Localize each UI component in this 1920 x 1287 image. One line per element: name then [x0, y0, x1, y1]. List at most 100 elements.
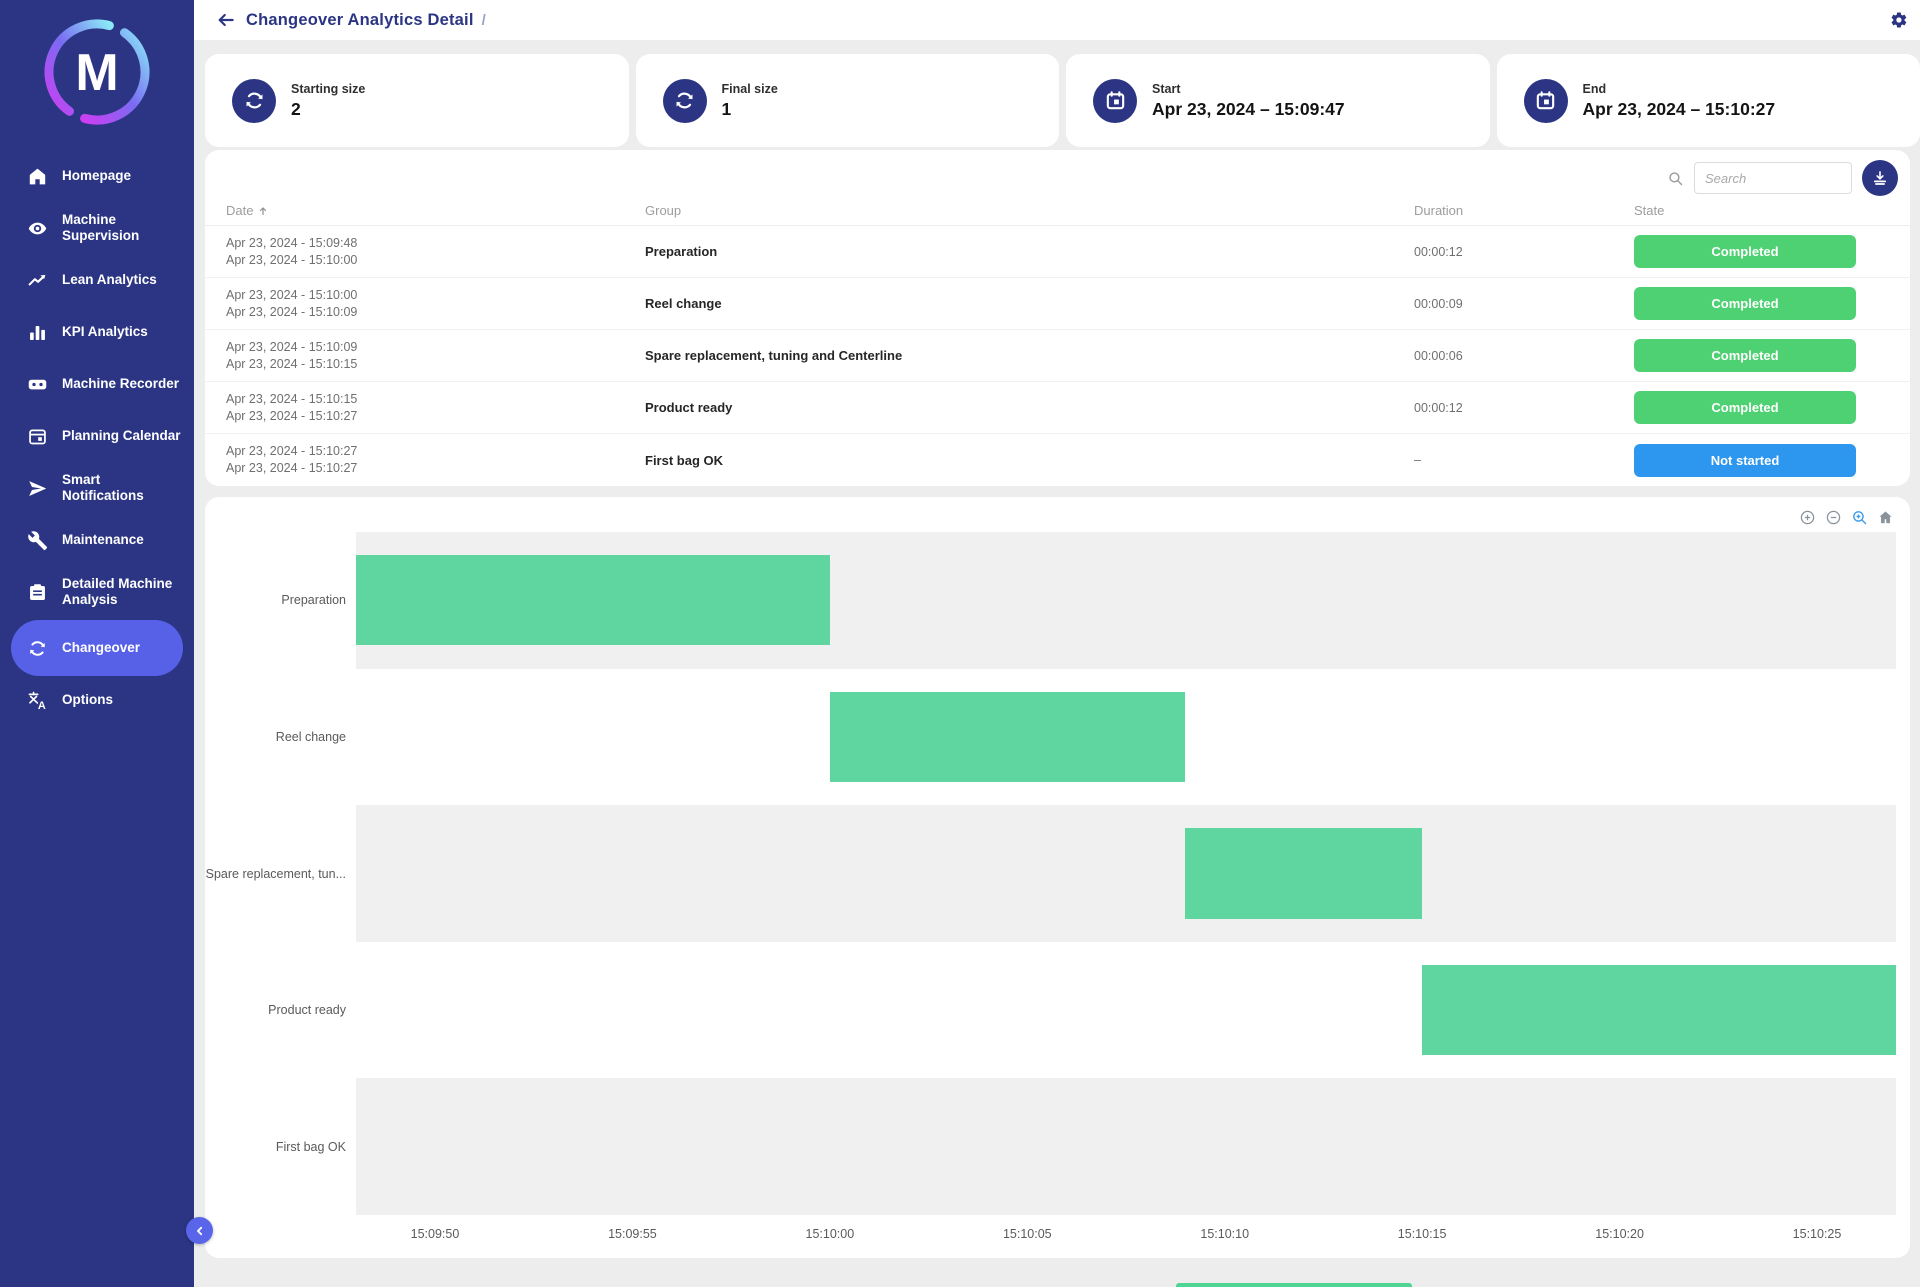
sidebar-item-changeover[interactable]: Changeover: [11, 620, 183, 676]
table-row[interactable]: Apr 23, 2024 - 15:10:27Apr 23, 2024 - 15…: [205, 434, 1910, 486]
sort-asc-icon: [257, 205, 269, 217]
y-axis-label: Reel change: [276, 730, 346, 744]
search-icon: [1667, 170, 1684, 187]
calendar-event-icon: [1093, 79, 1137, 123]
zoom-out-icon: [1825, 509, 1842, 526]
page-header: Changeover Analytics Detail /: [194, 0, 1920, 40]
sidebar-item-machine-recorder[interactable]: Machine Recorder: [11, 358, 183, 410]
clipboard-icon: [27, 582, 48, 603]
bottom-legend-peek[interactable]: [1176, 1283, 1412, 1287]
zoom-in-button[interactable]: [1799, 509, 1816, 526]
status-badge: Completed: [1634, 235, 1856, 268]
settings-button[interactable]: [1890, 11, 1908, 29]
group-cell: Spare replacement, tuning and Centerline: [645, 348, 1414, 363]
stat-card-label: Start: [1152, 82, 1345, 96]
date-cell: Apr 23, 2024 - 15:10:15Apr 23, 2024 - 15…: [226, 391, 645, 425]
date-cell: Apr 23, 2024 - 15:10:00Apr 23, 2024 - 15…: [226, 287, 645, 321]
changeover-steps-panel: DateGroupDurationState Apr 23, 2024 - 15…: [205, 150, 1910, 486]
sidebar-item-smart-notifications[interactable]: Smart Notifications: [11, 462, 183, 514]
table-row[interactable]: Apr 23, 2024 - 15:10:09Apr 23, 2024 - 15…: [205, 330, 1910, 382]
sidebar-collapse-button[interactable]: [186, 1217, 213, 1244]
sidebar-item-lean-analytics[interactable]: Lean Analytics: [11, 254, 183, 306]
page-title: Changeover Analytics Detail: [246, 11, 474, 30]
stat-card-end: EndApr 23, 2024 – 15:10:27: [1497, 54, 1920, 147]
breadcrumb-separator: /: [482, 12, 486, 29]
x-axis-tick-label: 15:09:55: [608, 1227, 657, 1241]
search-input[interactable]: [1694, 162, 1852, 194]
column-header-group[interactable]: Group: [645, 203, 1414, 218]
group-cell: First bag OK: [645, 453, 1414, 468]
sidebar-item-label: Changeover: [62, 640, 183, 656]
state-cell: Not started: [1634, 444, 1910, 477]
group-cell: Preparation: [645, 244, 1414, 259]
sidebar-item-label: Homepage: [62, 168, 183, 184]
sidebar-item-options[interactable]: A Options: [11, 674, 183, 726]
recorder-icon: [27, 374, 48, 395]
date-cell: Apr 23, 2024 - 15:10:09Apr 23, 2024 - 15…: [226, 339, 645, 373]
x-axis-tick-label: 15:10:15: [1398, 1227, 1447, 1241]
y-axis-label: First bag OK: [276, 1140, 346, 1154]
stat-card-starting-size: Starting size 2: [205, 54, 629, 147]
stat-card-label: Starting size: [291, 82, 365, 96]
state-cell: Completed: [1634, 287, 1910, 320]
date-cell: Apr 23, 2024 - 15:09:48Apr 23, 2024 - 15…: [226, 235, 645, 269]
duration-cell: –: [1414, 453, 1634, 467]
sidebar-item-label: Lean Analytics: [62, 272, 183, 288]
column-header-date[interactable]: Date: [226, 203, 645, 218]
sidebar-item-maintenance[interactable]: Maintenance: [11, 514, 183, 566]
home-reset-button[interactable]: [1877, 509, 1894, 526]
column-header-state[interactable]: State: [1634, 203, 1910, 218]
state-cell: Completed: [1634, 339, 1910, 372]
x-axis-tick-label: 15:10:00: [806, 1227, 855, 1241]
gantt-bar-product-ready[interactable]: [1422, 965, 1896, 1055]
zoom-lens-icon: [1851, 509, 1868, 526]
sidebar-item-detailed-machine-analysis[interactable]: Detailed Machine Analysis: [11, 566, 183, 618]
y-axis-label: Spare replacement, tun...: [206, 867, 346, 881]
group-cell: Product ready: [645, 400, 1414, 415]
gantt-bar-preparation[interactable]: [356, 555, 830, 645]
home-reset-icon: [1877, 509, 1894, 526]
zoom-lens-button[interactable]: [1851, 509, 1868, 526]
app-logo: M: [0, 0, 194, 138]
sidebar-item-planning-calendar[interactable]: Planning Calendar: [11, 410, 183, 462]
wrench-icon: [27, 530, 48, 551]
sidebar-item-label: Options: [62, 692, 183, 708]
table-row[interactable]: Apr 23, 2024 - 15:10:15Apr 23, 2024 - 15…: [205, 382, 1910, 434]
table-row[interactable]: Apr 23, 2024 - 15:10:00Apr 23, 2024 - 15…: [205, 278, 1910, 330]
date-cell: Apr 23, 2024 - 15:10:27Apr 23, 2024 - 15…: [226, 443, 645, 477]
duration-cell: 00:00:06: [1414, 349, 1634, 363]
gantt-bar-spare-replacement-tuning-and-centerline[interactable]: [1185, 828, 1422, 918]
sidebar-item-homepage[interactable]: Homepage: [11, 150, 183, 202]
gantt-bar-reel-change[interactable]: [830, 692, 1185, 782]
zoom-out-button[interactable]: [1825, 509, 1842, 526]
arrow-left-icon: [216, 10, 236, 30]
sidebar-item-kpi-analytics[interactable]: KPI Analytics: [11, 306, 183, 358]
chevron-left-icon: [193, 1224, 207, 1238]
x-axis-tick-label: 15:10:05: [1003, 1227, 1052, 1241]
trend-icon: [27, 270, 48, 291]
sidebar-item-machine-supervision[interactable]: Machine Supervision: [11, 202, 183, 254]
sidebar-item-label: Maintenance: [62, 532, 183, 548]
sidebar-item-label: Detailed Machine Analysis: [62, 576, 183, 608]
sidebar-item-label: Planning Calendar: [62, 428, 183, 444]
bar-chart-icon: [27, 322, 48, 343]
x-axis-tick-label: 15:10:20: [1595, 1227, 1644, 1241]
gantt-plot: PreparationReel changeSpare replacement,…: [356, 532, 1896, 1215]
download-button[interactable]: [1862, 160, 1898, 196]
home-icon: [27, 166, 48, 187]
svg-text:A: A: [38, 699, 46, 710]
column-header-duration[interactable]: Duration: [1414, 203, 1634, 218]
table-row[interactable]: Apr 23, 2024 - 15:09:48Apr 23, 2024 - 15…: [205, 226, 1910, 278]
stat-card-label: End: [1583, 82, 1776, 96]
status-badge: Completed: [1634, 391, 1856, 424]
y-axis-label: Preparation: [281, 593, 346, 607]
stat-card-value: 2: [291, 99, 365, 120]
download-icon: [1871, 169, 1889, 187]
x-axis-tick-label: 15:10:10: [1200, 1227, 1249, 1241]
duration-cell: 00:00:09: [1414, 297, 1634, 311]
y-axis-label: Product ready: [268, 1003, 346, 1017]
back-button[interactable]: [216, 10, 236, 30]
stat-card-value: 1: [722, 99, 778, 120]
zoom-in-icon: [1799, 509, 1816, 526]
gantt-row-band: [356, 805, 1896, 942]
